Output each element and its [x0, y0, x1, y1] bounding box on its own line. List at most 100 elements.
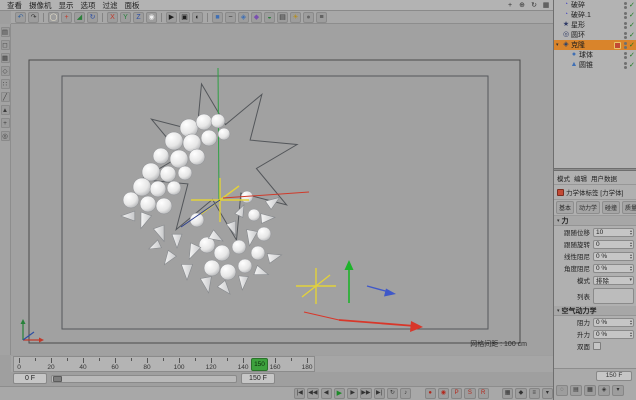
attr-value-field[interactable]: 0 %▴▾: [593, 264, 634, 273]
section-header-力[interactable]: ▾力: [554, 216, 636, 226]
playback-settings-button[interactable]: ▦: [502, 388, 513, 399]
om-options-icon[interactable]: ▾: [612, 385, 624, 396]
attr-tab-质量[interactable]: 质量: [622, 201, 636, 214]
preview-range-handle[interactable]: [53, 376, 62, 382]
spinner-arrows-icon[interactable]: ▴▾: [630, 241, 632, 247]
y-axis-lock-icon[interactable]: Y: [120, 12, 131, 23]
next-key-button[interactable]: ▶▶: [360, 388, 371, 399]
record-scale-button[interactable]: S: [464, 388, 475, 399]
object-row-破碎[interactable]: ◔破碎✓: [554, 0, 636, 10]
viewport[interactable]: 网格间距 : 100 cm: [11, 24, 553, 355]
add-camera-icon[interactable]: ▤: [277, 12, 288, 23]
object-row-破碎.1[interactable]: ◔破碎.1✓: [554, 10, 636, 20]
prev-frame-button[interactable]: ◀: [321, 388, 332, 399]
enabled-check-icon[interactable]: ✓: [629, 21, 636, 30]
spinner-arrows-icon[interactable]: ▴▾: [630, 229, 632, 235]
goto-end-button[interactable]: ▶|: [374, 388, 385, 399]
enabled-check-icon[interactable]: ✓: [629, 61, 636, 70]
spin-down-icon[interactable]: ▾: [630, 334, 632, 337]
am-menu-1[interactable]: 编辑: [574, 173, 587, 183]
enabled-check-icon[interactable]: ✓: [629, 41, 636, 50]
menu-item-1[interactable]: 摄像机: [29, 0, 52, 11]
spinner-arrows-icon[interactable]: ▴▾: [630, 253, 632, 259]
play-button[interactable]: ▶: [334, 388, 345, 399]
render-visibility-dot[interactable]: [624, 36, 627, 39]
dynamics-body-tag-icon[interactable]: [614, 42, 621, 49]
editor-visibility-dot[interactable]: [624, 32, 627, 35]
enabled-check-icon[interactable]: ✓: [629, 31, 636, 40]
autokey-button[interactable]: ◉: [438, 388, 449, 399]
render-visibility-dot[interactable]: [624, 16, 627, 19]
render-visibility-dot[interactable]: [624, 6, 627, 9]
attr-tab-碰撞[interactable]: 碰撞: [602, 201, 620, 214]
attr-value-field[interactable]: 0 %▴▾: [593, 252, 634, 261]
menu-item-4[interactable]: 过滤: [103, 0, 118, 11]
live-selection-icon[interactable]: ◯: [48, 12, 59, 23]
add-light-icon[interactable]: ☀: [290, 12, 301, 23]
pan-view-icon[interactable]: +: [505, 1, 515, 10]
object-row-克隆[interactable]: ▾◈克隆✓: [554, 40, 636, 50]
attr-value-field[interactable]: 0▴▾: [593, 240, 634, 249]
render-visibility-dot[interactable]: [624, 26, 627, 29]
section-header-空气动力学[interactable]: ▾空气动力学: [554, 306, 636, 316]
spin-down-icon[interactable]: ▾: [630, 232, 632, 235]
next-frame-button[interactable]: ▶: [347, 388, 358, 399]
record-position-button[interactable]: P: [451, 388, 462, 399]
spin-down-icon[interactable]: ▾: [630, 322, 632, 325]
viewport-canvas[interactable]: [11, 24, 553, 355]
z-axis-lock-icon[interactable]: Z: [133, 12, 144, 23]
points-mode-icon[interactable]: ∷: [1, 79, 10, 89]
enabled-check-icon[interactable]: ✓: [629, 1, 636, 10]
goto-start-button[interactable]: |◀: [294, 388, 305, 399]
record-rotation-button[interactable]: R: [478, 388, 489, 399]
animation-options-button[interactable]: ▾: [542, 388, 553, 399]
spin-down-icon[interactable]: ▾: [630, 268, 632, 271]
add-cube-icon[interactable]: ■: [212, 12, 223, 23]
spinner-arrows-icon[interactable]: ▴▾: [630, 319, 632, 325]
add-environment-icon[interactable]: ◒: [264, 12, 275, 23]
attr-value-field[interactable]: 10▴▾: [593, 228, 634, 237]
editor-visibility-dot[interactable]: [624, 62, 627, 65]
spin-down-icon[interactable]: ▾: [630, 244, 632, 247]
editor-visibility-dot[interactable]: [624, 22, 627, 25]
attr-value-field[interactable]: 0 %▴▾: [593, 330, 634, 339]
edges-mode-icon[interactable]: ╱: [1, 92, 10, 102]
preview-range-track[interactable]: [51, 375, 237, 383]
snap-settings-icon[interactable]: ≡: [316, 12, 327, 23]
menu-item-5[interactable]: 面板: [125, 0, 140, 11]
attr-tab-动力学[interactable]: 动力学: [576, 201, 600, 214]
keyframe-selection-button[interactable]: ◆: [515, 388, 526, 399]
add-material-icon[interactable]: ●: [303, 12, 314, 23]
menu-item-0[interactable]: 查看: [7, 0, 22, 11]
x-axis-lock-icon[interactable]: X: [107, 12, 118, 23]
range-start-field[interactable]: 0 F: [13, 373, 47, 384]
polygons-mode-icon[interactable]: ▲: [1, 105, 10, 115]
current-frame-marker[interactable]: 150: [251, 358, 268, 371]
render-visibility-dot[interactable]: [624, 46, 627, 49]
undo-icon[interactable]: ↶: [15, 12, 26, 23]
menu-item-3[interactable]: 选项: [81, 0, 96, 11]
spinner-arrows-icon[interactable]: ▴▾: [630, 331, 632, 337]
attr-tab-基本[interactable]: 基本: [556, 201, 574, 214]
redo-icon[interactable]: ↷: [28, 12, 39, 23]
editor-visibility-dot[interactable]: [624, 12, 627, 15]
render-settings-icon[interactable]: ◐: [192, 12, 203, 23]
texture-mode-icon[interactable]: ▦: [1, 53, 10, 63]
om-filter-icon[interactable]: ▤: [570, 385, 582, 396]
rotate-tool-icon[interactable]: ↻: [87, 12, 98, 23]
two-sided-checkbox[interactable]: [593, 342, 601, 350]
scale-tool-icon[interactable]: ◢: [74, 12, 85, 23]
render-visibility-dot[interactable]: [624, 66, 627, 69]
make-editable-icon[interactable]: ▤: [1, 27, 10, 37]
om-lock-icon[interactable]: ◈: [598, 385, 610, 396]
render-region-icon[interactable]: ▣: [179, 12, 190, 23]
coordinate-system-icon[interactable]: ◉: [146, 12, 157, 23]
object-row-球体[interactable]: ●球体✓: [554, 50, 636, 60]
om-search-icon[interactable]: ◌: [556, 385, 568, 396]
viewport-solo-icon[interactable]: ◎: [1, 131, 10, 141]
enabled-check-icon[interactable]: ✓: [629, 11, 636, 20]
timeline-ruler[interactable]: 020406080100120140160180150: [13, 356, 315, 372]
attr-value-field[interactable]: 0 %▴▾: [593, 318, 634, 327]
menu-item-2[interactable]: 显示: [59, 0, 74, 11]
frame-info-field[interactable]: 150 F: [596, 371, 632, 381]
